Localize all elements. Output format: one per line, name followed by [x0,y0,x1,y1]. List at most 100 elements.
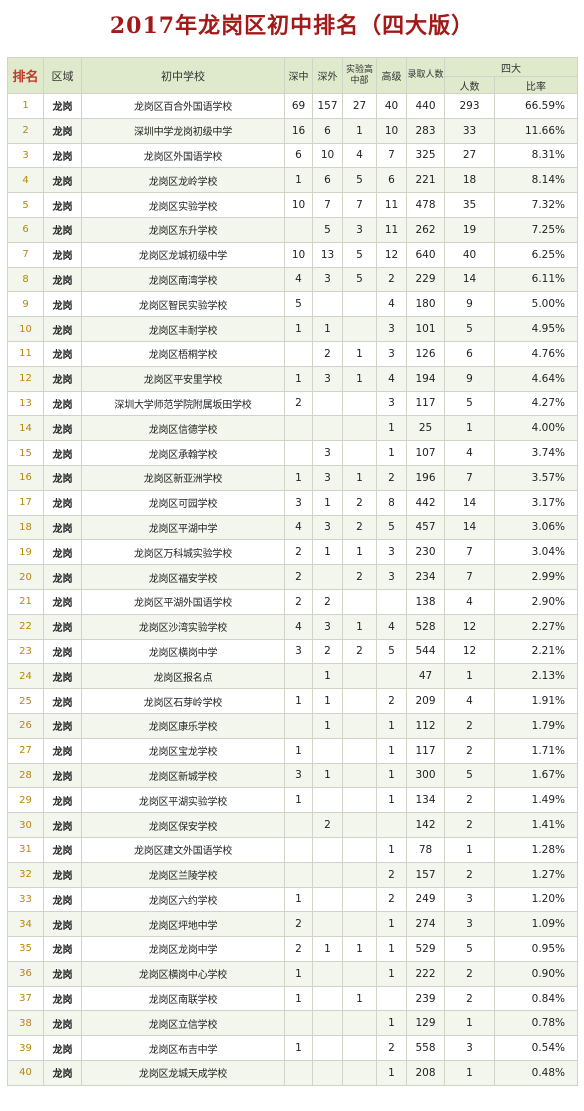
cell-sida-ratio: 6.11% [494,266,578,293]
cell-school: 龙岗区龙城初级中学 [81,241,285,268]
cell-shenzhong: 1 [284,1035,313,1062]
cell-shenwai: 7 [312,192,343,218]
cell-region: 龙岗 [43,1060,82,1086]
cell-shenwai: 3 [312,514,343,541]
cell-shenwai: 1 [312,936,343,962]
cell-region: 龙岗 [43,936,82,962]
cell-shenzhong [284,1010,313,1037]
cell-school: 龙岗区外国语学校 [81,142,285,169]
cell-rank: 34 [7,911,44,938]
cell-school: 龙岗区坪地中学 [81,911,285,938]
cell-luqu: 640 [406,241,445,268]
cell-shiyan: 1 [342,613,377,640]
cell-rank: 18 [7,514,44,541]
cell-shenwai [312,390,343,417]
ranking-table: 排名 区域 初中学校 深中 深外 实验高中部 高级 录取人数 四大 人数 比率 … [7,57,578,1086]
cell-rank: 4 [7,167,44,194]
cell-rank: 39 [7,1035,44,1062]
cell-luqu: 300 [406,762,445,789]
cell-sida-ratio: 4.76% [494,340,578,367]
cell-shenzhong: 1 [284,316,313,342]
cell-sida-ratio: 0.90% [494,960,578,987]
table-row: 27 龙岗 龙岗区宝龙学校 1 1 117 2 1.71% [7,737,578,764]
cell-school: 深圳大学师范学院附属坂田学校 [81,390,285,417]
cell-rank: 28 [7,762,44,789]
cell-gaoji: 1 [376,415,407,442]
cell-rank: 27 [7,737,44,764]
cell-shenwai: 3 [312,464,343,491]
cell-shenwai [312,1060,343,1086]
cell-sida-ratio: 1.67% [494,762,578,789]
cell-shenwai: 1 [312,489,343,516]
table-row: 17 龙岗 龙岗区可园学校 3 1 2 8 442 14 3.17% [7,489,578,516]
cell-rank: 16 [7,464,44,491]
header-shenwai: 深外 [312,57,343,94]
cell-luqu: 249 [406,886,445,913]
cell-luqu: 221 [406,167,445,194]
cell-rank: 3 [7,142,44,169]
cell-sida-ratio: 8.14% [494,167,578,194]
cell-rank: 29 [7,787,44,814]
cell-school: 龙岗区丰耐学校 [81,316,285,342]
cell-region: 龙岗 [43,365,82,392]
table-row: 38 龙岗 龙岗区立信学校 1 129 1 0.78% [7,1010,578,1037]
table-row: 12 龙岗 龙岗区平安里学校 1 3 1 4 194 9 4.64% [7,365,578,392]
cell-shiyan [342,836,377,863]
cell-region: 龙岗 [43,167,82,194]
table-row: 31 龙岗 龙岗区建文外国语学校 1 78 1 1.28% [7,836,578,863]
table-row: 11 龙岗 龙岗区梧桐学校 2 1 3 126 6 4.76% [7,340,578,367]
cell-shenzhong: 16 [284,117,313,144]
cell-sida-ratio: 0.54% [494,1035,578,1062]
cell-rank: 25 [7,688,44,714]
cell-shenwai: 6 [312,167,343,194]
cell-shenwai: 13 [312,241,343,268]
page-title: 2017年龙岗区初中排名（四大版） [109,13,475,39]
cell-rank: 9 [7,291,44,318]
cell-luqu: 47 [406,663,445,690]
table-row: 30 龙岗 龙岗区保安学校 2 142 2 1.41% [7,812,578,838]
cell-shiyan [342,390,377,417]
cell-shenwai [312,1035,343,1062]
cell-luqu: 107 [406,440,445,466]
cell-shenzhong: 1 [284,365,313,392]
cell-shenzhong: 1 [284,886,313,913]
cell-gaoji: 10 [376,117,407,144]
table-row: 35 龙岗 龙岗区龙岗中学 2 1 1 1 529 5 0.95% [7,936,578,962]
cell-shiyan: 1 [342,985,377,1012]
cell-shenzhong: 2 [284,539,313,566]
cell-sida-ratio: 1.49% [494,787,578,814]
cell-shiyan: 1 [342,340,377,367]
cell-gaoji: 11 [376,192,407,218]
cell-sida-count: 2 [444,712,495,739]
cell-luqu: 457 [406,514,445,541]
table-row: 14 龙岗 龙岗区信德学校 1 25 1 4.00% [7,415,578,442]
cell-shenzhong: 69 [284,93,313,119]
cell-shenzhong: 1 [284,167,313,194]
cell-shiyan: 5 [342,241,377,268]
cell-gaoji: 1 [376,1010,407,1037]
cell-region: 龙岗 [43,564,82,590]
cell-sida-count: 33 [444,117,495,144]
cell-school: 龙岗区南联学校 [81,985,285,1012]
cell-rank: 33 [7,886,44,913]
cell-rank: 11 [7,340,44,367]
cell-rank: 2 [7,117,44,144]
table-row: 22 龙岗 龙岗区沙湾实验学校 4 3 1 4 528 12 2.27% [7,613,578,640]
cell-school: 龙岗区横岗中学 [81,638,285,665]
cell-shenzhong: 1 [284,960,313,987]
cell-sida-ratio: 4.64% [494,365,578,392]
cell-gaoji: 3 [376,564,407,590]
cell-sida-count: 1 [444,415,495,442]
table-row: 33 龙岗 龙岗区六约学校 1 2 249 3 1.20% [7,886,578,913]
cell-shenzhong [284,340,313,367]
cell-shenzhong [284,216,313,243]
cell-gaoji: 7 [376,142,407,169]
cell-gaoji: 2 [376,688,407,714]
cell-gaoji: 40 [376,93,407,119]
cell-sida-ratio: 0.78% [494,1010,578,1037]
cell-shiyan [342,688,377,714]
cell-sida-ratio: 2.13% [494,663,578,690]
cell-shenzhong: 5 [284,291,313,318]
cell-region: 龙岗 [43,861,82,888]
cell-region: 龙岗 [43,911,82,938]
